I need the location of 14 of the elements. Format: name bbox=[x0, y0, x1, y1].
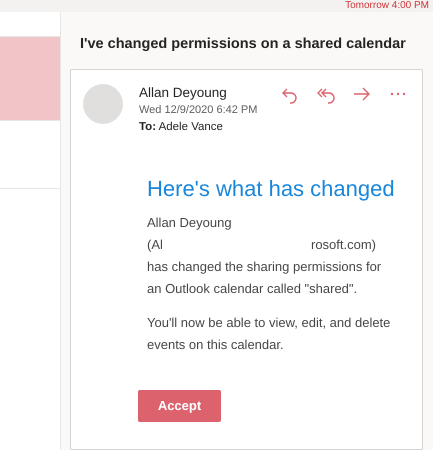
body-paragraph: You'll now be able to view, edit, and delete events on this calendar. bbox=[147, 314, 392, 354]
body-paragraph: has changed the sharing permissions for an Outlook calendar called "shared". bbox=[147, 258, 382, 298]
email-address-start: (Al bbox=[147, 236, 163, 254]
reminder-time: Tomorrow 4:00 PM bbox=[345, 0, 429, 12]
message-date: Wed 12/9/2020 6:42 PM bbox=[139, 102, 258, 118]
message-heading: Here's what has changed bbox=[147, 178, 396, 200]
avatar bbox=[83, 84, 123, 124]
message-subject: I've changed permissions on a shared calendar bbox=[80, 35, 407, 54]
accept-button[interactable]: Accept bbox=[138, 390, 221, 422]
body-text: Allan Deyoung bbox=[147, 214, 233, 232]
to-label: To: bbox=[139, 120, 156, 133]
recipient-name: Adele Vance bbox=[158, 120, 223, 133]
sender-name: Allan Deyoung bbox=[139, 84, 228, 102]
email-address-end: rosoft.com) bbox=[310, 236, 376, 254]
